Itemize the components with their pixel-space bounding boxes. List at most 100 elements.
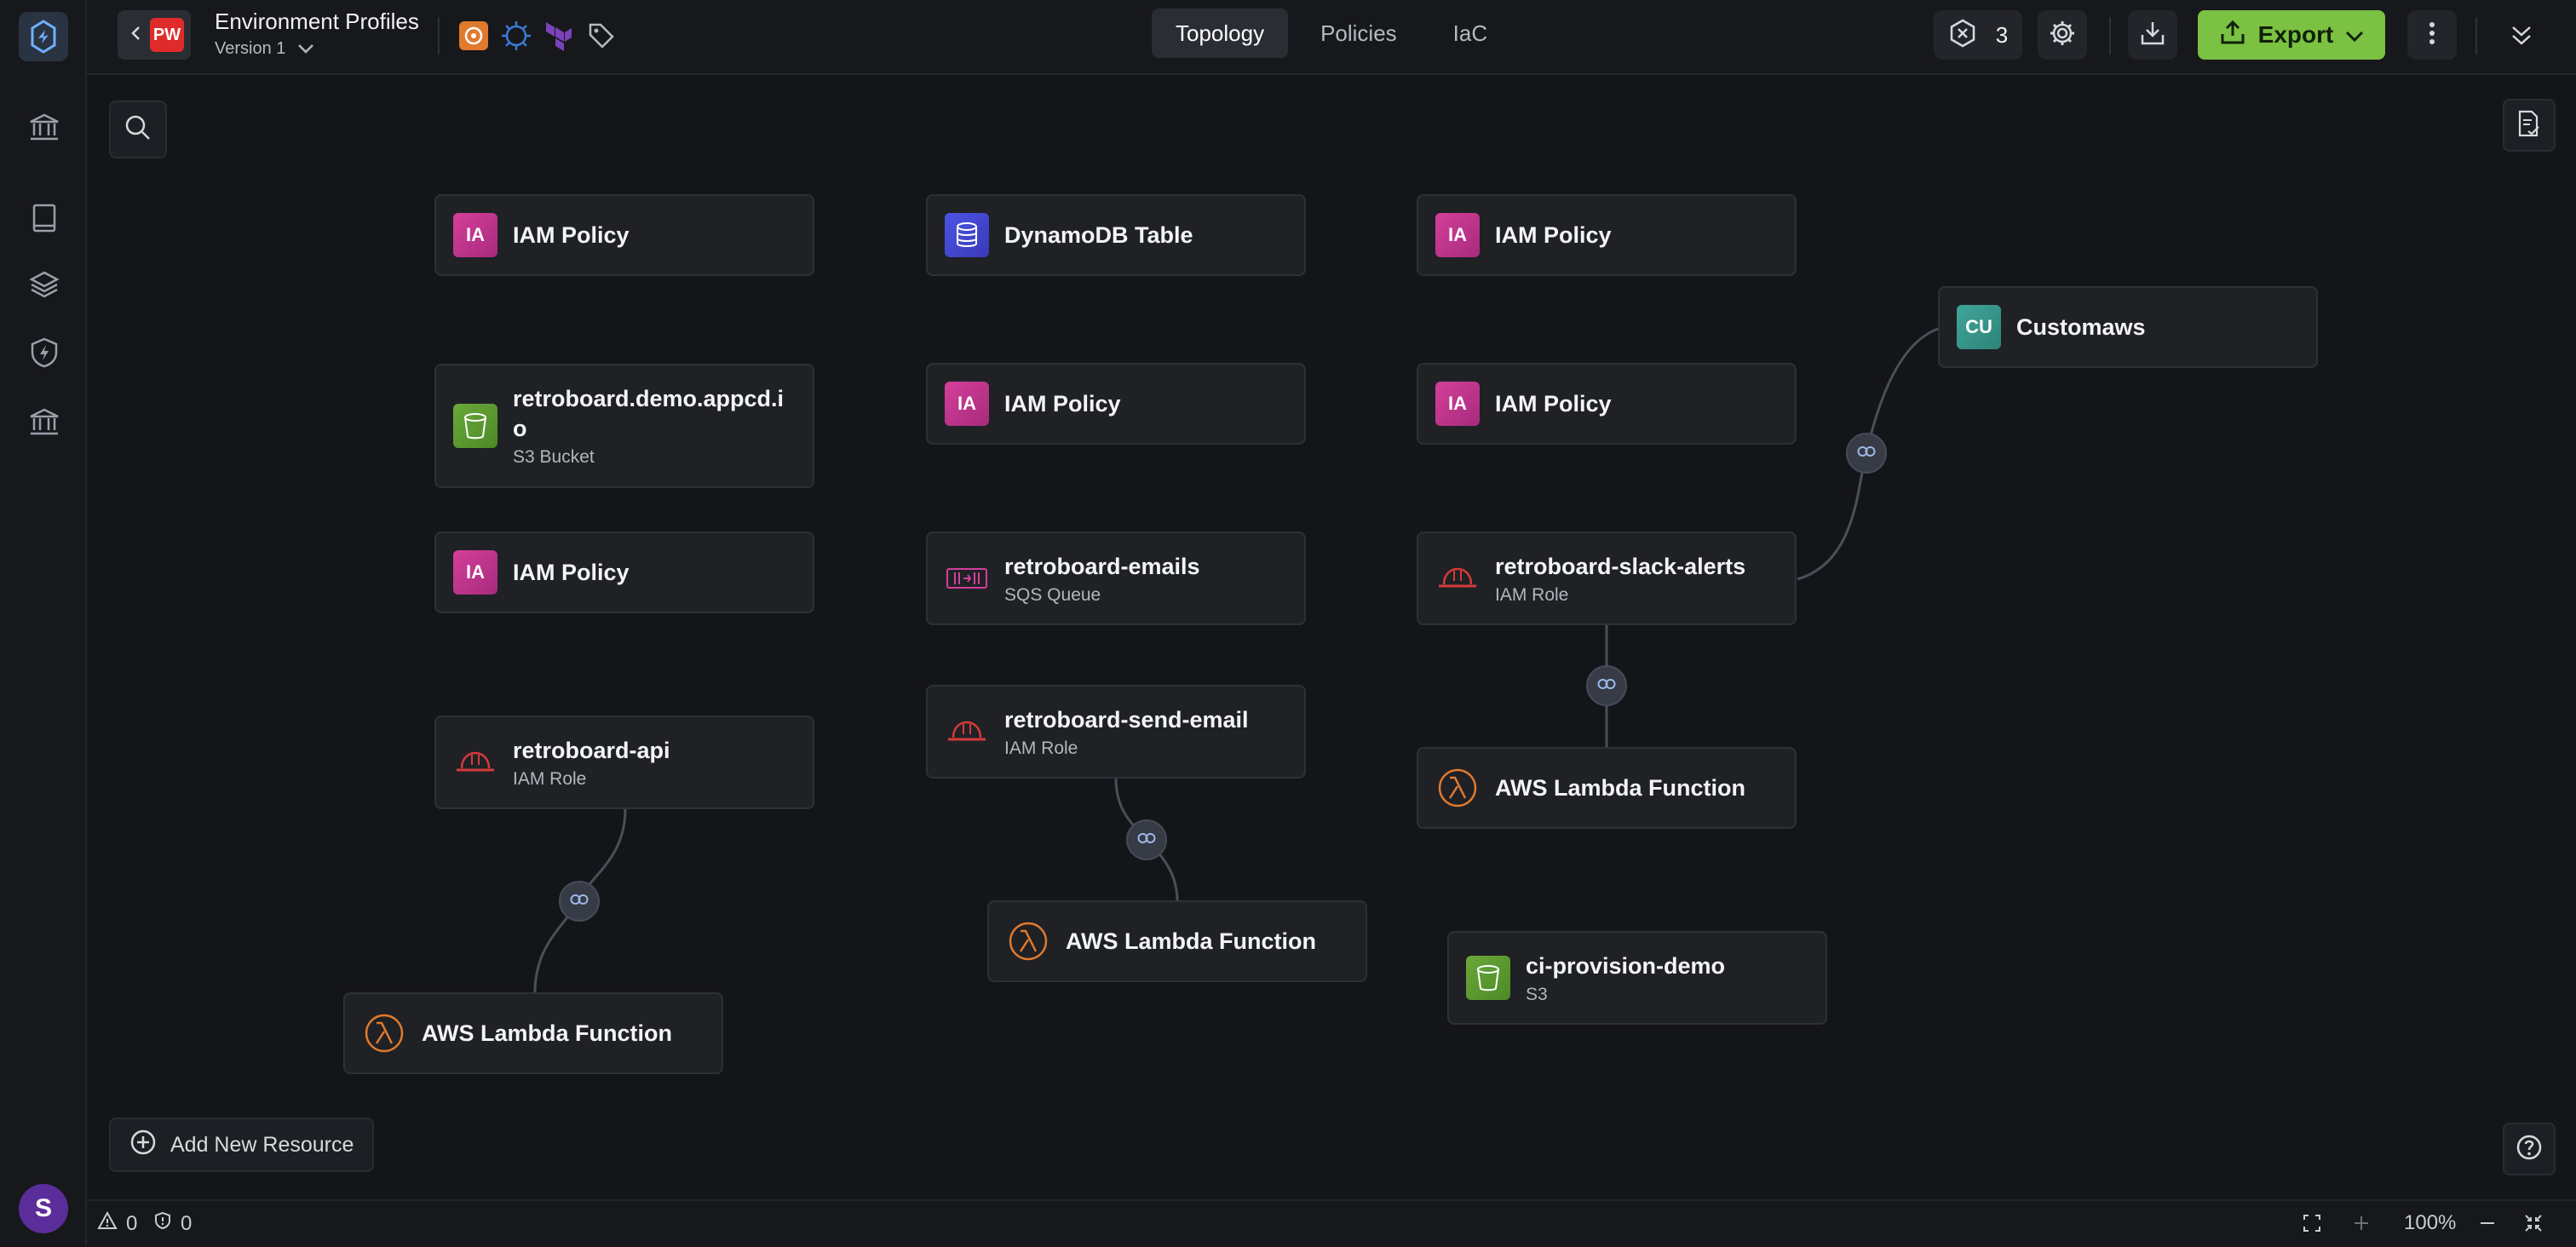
resource-node-iam-role[interactable]: retroboard-send-email IAM Role <box>926 685 1306 779</box>
tab-iac[interactable]: IaC <box>1429 9 1511 58</box>
hard-hat-icon <box>1435 556 1480 601</box>
export-label: Export <box>2257 21 2334 48</box>
left-rail: S <box>0 0 87 1245</box>
book-icon[interactable] <box>26 199 63 237</box>
resource-node-iam-policy[interactable]: IA IAM Policy <box>926 363 1306 445</box>
lambda-icon <box>1435 766 1480 810</box>
zoom-out-icon[interactable] <box>2477 1213 2498 1233</box>
iam-policy-icon: IA <box>1435 382 1480 426</box>
chevron-left-icon <box>129 25 141 46</box>
resource-node-iam-policy[interactable]: IA IAM Policy <box>434 194 814 276</box>
export-button[interactable]: Export <box>2198 10 2385 60</box>
top-bar: PW Environment Profiles Version 1 Topolo… <box>87 0 2576 75</box>
add-new-resource-button[interactable]: Add New Resource <box>109 1118 375 1172</box>
warnings-count: 0 <box>126 1211 138 1235</box>
version-selector[interactable]: Version 1 <box>215 39 314 59</box>
more-vertical-icon <box>2429 21 2435 49</box>
resource-node-dynamodb-table[interactable]: DynamoDB Table <box>926 194 1306 276</box>
search-icon <box>124 114 152 146</box>
download-icon <box>2139 20 2166 51</box>
user-avatar[interactable]: S <box>19 1184 68 1233</box>
issues-button[interactable]: 3 <box>1934 10 2022 60</box>
resource-node-sqs-queue[interactable]: retroboard-emails SQS Queue <box>926 532 1306 625</box>
collapse-chevrons-icon[interactable] <box>2504 19 2539 53</box>
warning-icon <box>97 1210 118 1236</box>
resource-node-iam-role[interactable]: retroboard-api IAM Role <box>434 715 814 809</box>
tab-topology[interactable]: Topology <box>1152 9 1289 58</box>
resource-node-lambda[interactable]: AWS Lambda Function <box>343 992 723 1074</box>
back-button[interactable]: PW <box>118 10 191 60</box>
import-button[interactable] <box>2128 10 2177 60</box>
resource-node-iam-policy[interactable]: IA IAM Policy <box>1417 363 1797 445</box>
resource-node-lambda[interactable]: AWS Lambda Function <box>1417 747 1797 829</box>
help-button[interactable] <box>2503 1123 2556 1175</box>
node-subtitle: IAM Role <box>1004 738 1078 758</box>
more-menu-button[interactable] <box>2407 10 2457 60</box>
document-check-icon <box>2516 110 2542 141</box>
node-subtitle: IAM Role <box>1495 584 1569 605</box>
sqs-queue-icon <box>945 556 989 601</box>
divider-2 <box>2109 17 2111 55</box>
node-subtitle: IAM Role <box>513 768 587 789</box>
node-subtitle: SQS Queue <box>1004 584 1101 605</box>
edge-link-button[interactable] <box>559 881 600 922</box>
edge-link-button[interactable] <box>1846 433 1887 474</box>
settings-button[interactable] <box>2038 10 2087 60</box>
edge-link-button[interactable] <box>1586 665 1627 706</box>
project-badge: PW <box>150 18 184 52</box>
link-icon <box>1857 445 1876 462</box>
s3-bucket-icon <box>453 404 497 448</box>
errors-count: 0 <box>181 1211 193 1235</box>
fit-view-icon[interactable] <box>2302 1213 2322 1233</box>
canvas-search-button[interactable] <box>109 101 167 158</box>
node-title: AWS Lambda Function <box>1066 928 1316 954</box>
resource-node-s3-bucket[interactable]: retroboard.demo.appcd.io S3 Bucket <box>434 364 814 488</box>
report-button[interactable] <box>2503 99 2556 152</box>
divider <box>438 17 440 55</box>
node-subtitle: S3 Bucket <box>513 447 595 467</box>
resource-node-iam-role[interactable]: retroboard-slack-alerts IAM Role <box>1417 532 1797 625</box>
gear-icon <box>2048 19 2077 52</box>
app-window: S PW Environment Profiles Version 1 Topo… <box>0 0 2576 1247</box>
node-title: retroboard-send-email <box>1004 706 1249 733</box>
bank-icon-2[interactable] <box>26 404 63 441</box>
node-title: IAM Policy <box>513 559 630 585</box>
resource-node-s3[interactable]: ci-provision-demo S3 <box>1447 931 1827 1025</box>
project-title: Environment Profiles <box>215 9 419 34</box>
issues-count: 3 <box>1995 21 2009 48</box>
hard-hat-icon <box>945 710 989 754</box>
lambda-icon <box>1006 919 1050 963</box>
aws-icon[interactable] <box>457 19 491 53</box>
lambda-icon <box>362 1011 406 1055</box>
node-title: IAM Policy <box>513 221 630 248</box>
node-title: retroboard-api <box>513 737 670 763</box>
node-title: IAM Policy <box>1004 390 1121 417</box>
node-title: retroboard.demo.appcd.io <box>513 386 785 441</box>
resource-node-iam-policy[interactable]: IA IAM Policy <box>1417 194 1797 276</box>
shield-bolt-icon[interactable] <box>26 334 63 371</box>
app-logo-icon[interactable] <box>19 12 68 61</box>
zoom-level: 100% <box>2404 1211 2457 1234</box>
iam-policy-icon: IA <box>453 213 497 257</box>
terraform-icon[interactable] <box>542 19 576 53</box>
helm-icon[interactable] <box>499 19 533 53</box>
view-tabs: Topology Policies IaC <box>1152 9 1511 58</box>
errors-indicator[interactable]: 0 <box>153 1211 192 1236</box>
resource-node-iam-policy[interactable]: IA IAM Policy <box>434 532 814 613</box>
plus-circle-icon <box>129 1129 157 1162</box>
bank-icon[interactable] <box>26 109 63 147</box>
resource-node-customaws[interactable]: CU Customaws <box>1938 286 2318 368</box>
layers-icon[interactable] <box>26 266 63 303</box>
node-title: DynamoDB Table <box>1004 221 1193 248</box>
tag-icon[interactable] <box>584 19 618 53</box>
zoom-in-icon[interactable] <box>2351 1213 2372 1233</box>
link-icon <box>570 894 589 910</box>
resource-node-lambda[interactable]: AWS Lambda Function <box>987 900 1367 982</box>
iam-policy-icon: IA <box>945 382 989 426</box>
edge-link-button[interactable] <box>1126 819 1167 860</box>
tab-policies[interactable]: Policies <box>1297 9 1421 58</box>
node-title: ci-provision-demo <box>1526 952 1726 979</box>
node-subtitle: S3 <box>1526 984 1548 1004</box>
fullscreen-icon[interactable] <box>2523 1213 2544 1233</box>
warnings-indicator[interactable]: 0 <box>97 1210 138 1236</box>
